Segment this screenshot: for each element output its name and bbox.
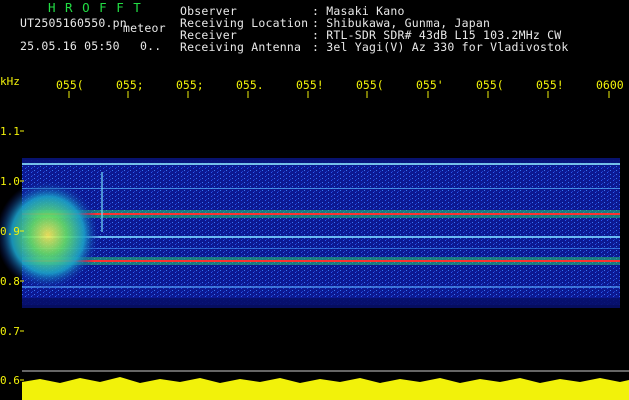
- x-tick-label: 055!: [296, 78, 324, 92]
- y-tick-label: 0.8: [0, 275, 20, 288]
- x-tick-label: 055(: [56, 78, 84, 92]
- x-tick-label: 055(: [356, 78, 384, 92]
- x-tick-label: 055;: [116, 78, 144, 92]
- y-tick-label: 0.6: [0, 374, 20, 387]
- x-tick-label: 0600: [596, 78, 624, 92]
- x-tick-label: 055!: [536, 78, 564, 92]
- y-tick-label: 0.7: [0, 325, 20, 338]
- carrier-line-upper: [22, 213, 620, 215]
- spectral-line: [22, 188, 620, 189]
- x-tick-label: 055;: [176, 78, 204, 92]
- spectral-line: [22, 163, 620, 165]
- y-tick-label: 0.9: [0, 225, 20, 238]
- signal-level-strip: [22, 377, 629, 400]
- x-tick-label: 055.: [236, 78, 264, 92]
- y-tick-label: 1.0: [0, 175, 20, 188]
- x-tick-label: 055(: [476, 78, 504, 92]
- noise-band: [22, 160, 620, 305]
- carrier-line-lower: [22, 260, 620, 262]
- y-tick-label: 1.1: [0, 125, 20, 138]
- spectral-line: [22, 286, 620, 288]
- meteor-trail: [101, 172, 103, 232]
- noise-band-edge-bottom: [22, 298, 620, 308]
- spectrogram: [0, 91, 629, 400]
- x-tick-label: 055': [416, 78, 444, 92]
- spectral-line: [22, 236, 620, 238]
- x-ticks: [68, 91, 610, 98]
- spectral-line: [22, 248, 620, 249]
